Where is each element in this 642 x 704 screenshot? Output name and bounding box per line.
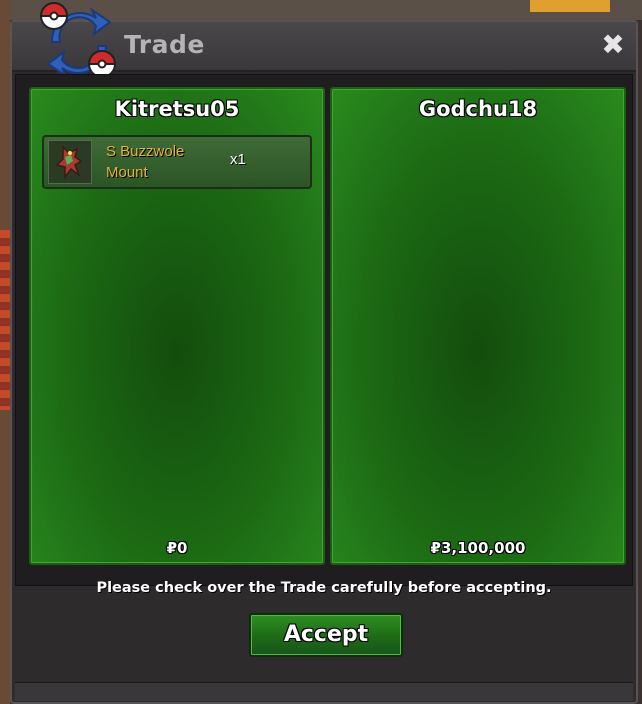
buzzwole-mount-icon xyxy=(48,140,92,184)
trade-swap-icon xyxy=(39,2,117,79)
my-offer-panel: Kitretsu05 S Buzzwole Mount x1 ₽0 xyxy=(29,87,325,565)
window-title: Trade xyxy=(124,30,205,59)
close-button[interactable]: ✖ xyxy=(598,28,628,62)
trade-panels: Kitretsu05 S Buzzwole Mount x1 ₽0 Godchu… xyxy=(15,74,633,586)
partner-offer-panel: Godchu18 ₽3,100,000 xyxy=(330,87,626,565)
trade-warning-text: Please check over the Trade carefully be… xyxy=(96,580,552,596)
my-player-name: Kitretsu05 xyxy=(114,97,240,121)
item-name: S Buzzwole Mount xyxy=(106,143,185,181)
trade-item-slot[interactable]: S Buzzwole Mount x1 xyxy=(42,135,312,189)
item-quantity: x1 xyxy=(230,151,246,168)
background-object xyxy=(530,0,610,12)
background-building xyxy=(0,230,10,410)
trade-window: Trade ✖ Kitretsu05 S Buzzwole Mount x1 ₽… xyxy=(10,2,638,704)
my-money-offer: ₽0 xyxy=(166,539,188,557)
partner-player-name: Godchu18 xyxy=(418,97,538,121)
accept-button[interactable]: Accept xyxy=(249,613,403,657)
partner-money-offer: ₽3,100,000 xyxy=(430,539,526,557)
window-footer xyxy=(15,682,633,701)
